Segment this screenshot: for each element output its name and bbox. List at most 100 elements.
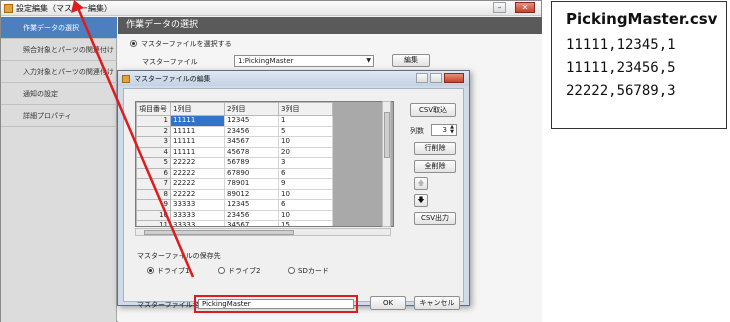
table-cell[interactable]: 22222 [170,178,225,190]
table-row[interactable]: 2 11111 23456 5 [136,125,333,137]
sidebar-item-work-data[interactable]: 作業データの選択 [1,17,117,39]
csv-import-button[interactable]: CSV取込 [410,103,456,117]
table-cell[interactable]: 10 [278,209,333,221]
column-count-stepper[interactable]: 3 ▲ ▼ [431,124,457,136]
table-cell[interactable]: 11111 [170,146,225,158]
table-cell[interactable]: 45678 [224,146,279,158]
table-row[interactable]: 3 11111 34567 10 [136,136,333,148]
table-row[interactable]: 1 11111 12345 1 [136,115,333,127]
sidebar-item-match-parts[interactable]: 照合対象とパーツの関連付け [1,39,117,61]
dialog-minimize-button[interactable] [416,73,428,83]
table-row[interactable]: 8 22222 89012 10 [136,188,333,200]
minimize-button[interactable]: – [493,2,506,13]
main-title-bar: 設定編集（マスター編集） – ✕ [1,1,541,16]
grid-header-row: 項目番号 1列目 2列目 3列目 [136,102,333,116]
table-cell[interactable]: 22222 [170,157,225,169]
master-data-grid[interactable]: 項目番号 1列目 2列目 3列目 1 11111 12345 1 2 11111 23456… [135,101,394,227]
dialog-maximize-button[interactable] [430,73,442,83]
table-cell[interactable]: 6 [278,199,333,211]
csv-export-button[interactable]: CSV出力 [414,212,456,225]
table-cell[interactable]: 15 [278,220,333,226]
row-number-cell[interactable]: 9 [136,199,171,211]
table-cell[interactable]: 12345 [224,115,279,127]
sdcard-radio[interactable] [288,267,295,274]
row-number-cell[interactable]: 4 [136,146,171,158]
table-cell[interactable]: 34567 [224,220,279,226]
table-cell[interactable]: 9 [278,178,333,190]
table-cell[interactable]: 3 [278,157,333,169]
drive1-label: ドライブ1 [157,267,190,275]
row-number-cell[interactable]: 8 [136,188,171,200]
sdcard-label: SDカード [298,267,329,275]
delete-all-button[interactable]: 全削除 [414,160,456,173]
vertical-scroll-thumb[interactable] [384,112,390,158]
table-cell[interactable]: 6 [278,167,333,179]
row-number-cell[interactable]: 5 [136,157,171,169]
row-number-cell[interactable]: 2 [136,125,171,137]
grid-header-col3[interactable]: 3列目 [278,102,333,116]
dialog-title-bar: マスターファイルの編集 [118,71,469,86]
table-cell[interactable]: 10 [278,136,333,148]
table-cell[interactable]: 1 [278,115,333,127]
chevron-down-icon: ▼ [366,57,371,64]
grid-header-col1[interactable]: 1列目 [170,102,225,116]
grid-header-col2[interactable]: 2列目 [224,102,279,116]
table-cell[interactable]: 22222 [170,188,225,200]
row-number-cell[interactable]: 6 [136,167,171,179]
close-button[interactable]: ✕ [515,2,535,13]
row-number-cell[interactable]: 10 [136,209,171,221]
grid-header-index[interactable]: 項目番号 [136,102,171,116]
table-cell[interactable]: 5 [278,125,333,137]
table-cell[interactable]: 23456 [224,209,279,221]
table-row[interactable]: 5 22222 56789 3 [136,157,333,169]
row-number-cell[interactable]: 7 [136,178,171,190]
grid-vertical-scrollbar[interactable] [382,101,391,227]
row-number-cell[interactable]: 11 [136,220,171,226]
table-row[interactable]: 7 22222 78901 9 [136,178,333,190]
ok-button[interactable]: OK [370,296,406,310]
master-file-select[interactable]: 1:PickingMaster ▼ [234,55,374,67]
table-cell[interactable]: 10 [278,188,333,200]
table-row[interactable]: 9 33333 12345 6 [136,199,333,211]
table-cell[interactable]: 78901 [224,178,279,190]
table-row[interactable]: 11 33333 34567 15 [136,220,333,226]
table-row[interactable]: 10 33333 23456 10 [136,209,333,221]
sidebar: 作業データの選択 照合対象とパーツの関連付け 入力対象とパーツの関連付け 通知の… [1,17,117,322]
table-cell[interactable]: 89012 [224,188,279,200]
drive1-radio[interactable] [147,267,154,274]
table-cell[interactable]: 11111 [170,136,225,148]
row-number-cell[interactable]: 1 [136,115,171,127]
table-cell[interactable]: 11111 [170,125,225,137]
sidebar-item-notification[interactable]: 通知の設定 [1,83,117,105]
table-cell[interactable]: 33333 [170,209,225,221]
table-row[interactable]: 6 22222 67890 6 [136,167,333,179]
filename-input[interactable]: PickingMaster [198,299,354,309]
table-cell[interactable]: 23456 [224,125,279,137]
table-cell[interactable]: 34567 [224,136,279,148]
row-number-cell[interactable]: 3 [136,136,171,148]
edit-button[interactable]: 編集 [392,54,430,67]
master-file-radio[interactable] [130,40,137,47]
sidebar-item-details[interactable]: 詳細プロパティ [1,105,117,127]
dialog-close-button[interactable] [444,73,464,83]
table-row[interactable]: 4 11111 45678 20 [136,146,333,158]
table-cell[interactable]: 12345 [224,199,279,211]
master-file-label: マスターファイル [142,58,198,66]
move-up-button[interactable]: 🡅 [414,177,428,190]
move-down-button[interactable]: 🡇 [414,194,428,207]
table-cell[interactable]: 33333 [170,199,225,211]
table-cell[interactable]: 67890 [224,167,279,179]
table-cell[interactable]: 33333 [170,220,225,226]
horizontal-scroll-thumb[interactable] [144,230,294,235]
grid-body: 1 11111 12345 1 2 11111 23456 5 3 11111 34567 10 4 11… [136,115,333,226]
table-cell[interactable]: 22222 [170,167,225,179]
table-cell[interactable]: 56789 [224,157,279,169]
stepper-arrows-icon[interactable]: ▲ ▼ [450,125,454,135]
grid-horizontal-scrollbar[interactable] [135,228,391,236]
table-cell[interactable]: 11111 [170,115,225,127]
cancel-button[interactable]: キャンセル [414,296,460,310]
sidebar-item-input-parts[interactable]: 入力対象とパーツの関連付け [1,61,117,83]
drive2-radio[interactable] [218,267,225,274]
table-cell[interactable]: 20 [278,146,333,158]
delete-row-button[interactable]: 行削除 [414,142,456,155]
